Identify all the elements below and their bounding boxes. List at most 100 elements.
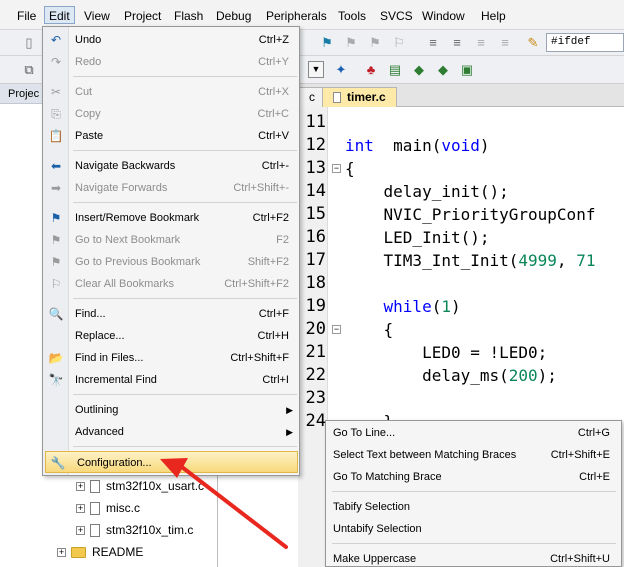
debug-icon[interactable]: ◆ — [434, 61, 452, 79]
expand-icon[interactable]: + — [76, 482, 85, 492]
menu-peripherals[interactable]: Peripherals — [262, 7, 331, 25]
search-input[interactable]: #ifdef — [546, 33, 624, 52]
chevron-down-icon[interactable]: ▼ — [308, 61, 324, 78]
tree-item-label: misc.c — [106, 501, 140, 515]
menu-item-shortcut: Ctrl+Shift+E — [550, 449, 610, 461]
menu-item-label: Select Text between Matching Braces — [333, 449, 517, 461]
menu-item-cut[interactable]: ✂ Cut Ctrl+X — [44, 81, 299, 103]
submenu-item-go-to-matching-brace[interactable]: Go To Matching Brace Ctrl+E — [327, 466, 620, 488]
code-text: delay_init(); — [345, 182, 509, 201]
build-target-icon[interactable]: ⧉ — [20, 61, 38, 79]
menu-item-clear-all-bookmarks[interactable]: ⚐ Clear All Bookmarks Ctrl+Shift+F2 — [44, 273, 299, 295]
code-keyword: while — [345, 297, 432, 316]
code-text: TIM3_Int_Init( — [345, 251, 519, 270]
code-number: 4999 — [518, 251, 557, 270]
menu-item-insert-remove-bookmark[interactable]: ⚑ Insert/Remove Bookmark Ctrl+F2 — [44, 207, 299, 229]
menu-file[interactable]: File — [13, 7, 40, 25]
menu-item-find-in-files[interactable]: 📂 Find in Files... Ctrl+Shift+F — [44, 347, 299, 369]
menu-help[interactable]: Help — [477, 7, 510, 25]
menu-item-shortcut: Ctrl+Z — [258, 34, 289, 46]
cut-icon: ✂ — [50, 85, 62, 99]
pack-installer-icon[interactable]: ◆ — [410, 61, 428, 79]
uncomment-icon[interactable]: ≡ — [496, 34, 514, 52]
prev-bookmark-icon[interactable]: ⚑ — [366, 34, 384, 52]
submenu-item-go-to-line[interactable]: Go To Line... Ctrl+G — [327, 422, 620, 444]
submenu-arrow-icon: ▶ — [286, 427, 293, 437]
file-extensions-icon[interactable]: ▤ — [386, 61, 404, 79]
menu-item-shortcut: Ctrl+Shift+- — [233, 182, 289, 194]
menu-item-incremental-find[interactable]: 🔭 Incremental Find Ctrl+I — [44, 369, 299, 391]
menu-item-navigate-backwards[interactable]: ⬅ Navigate Backwards Ctrl+- — [44, 155, 299, 177]
submenu-item-untabify-selection[interactable]: Untabify Selection — [327, 518, 620, 540]
menu-separator — [73, 446, 297, 447]
menu-tools[interactable]: Tools — [334, 7, 370, 25]
submenu-item-make-uppercase[interactable]: Make Uppercase Ctrl+Shift+U — [327, 548, 620, 567]
expand-icon[interactable]: + — [76, 526, 85, 536]
fold-toggle-icon[interactable]: − — [332, 164, 341, 173]
menu-flash[interactable]: Flash — [170, 7, 207, 25]
menu-debug[interactable]: Debug — [212, 7, 255, 25]
menu-edit[interactable]: Edit — [44, 6, 75, 24]
line-number: 13 — [305, 158, 326, 178]
bookmark-icon[interactable]: ⚑ — [318, 34, 336, 52]
run-icon[interactable]: ▣ — [458, 61, 476, 79]
menu-item-outlining[interactable]: Outlining ▶ — [44, 399, 299, 421]
tree-file-item[interactable]: + stm32f10x_tim.c — [76, 521, 193, 539]
menu-item-find[interactable]: 🔍 Find... Ctrl+F — [44, 303, 299, 325]
menu-item-label: Incremental Find — [75, 374, 157, 386]
menu-item-label: Go To Matching Brace — [333, 471, 442, 483]
new-file-icon[interactable]: ▯ — [20, 34, 38, 52]
menu-item-shortcut: F2 — [276, 234, 289, 246]
code-line: { — [345, 157, 355, 180]
tree-file-item[interactable]: + stm32f10x_usart.c — [76, 477, 204, 495]
menu-item-label: Paste — [75, 130, 104, 142]
menu-item-paste[interactable]: 📋 Paste Ctrl+V — [44, 125, 299, 147]
menu-item-shortcut: Ctrl+F2 — [252, 212, 289, 224]
clear-bookmarks-icon[interactable]: ⚐ — [390, 34, 408, 52]
line-number: 12 — [305, 135, 326, 155]
tree-folder-item[interactable]: + README — [57, 543, 143, 561]
menu-item-replace[interactable]: Replace... Ctrl+H — [44, 325, 299, 347]
menu-item-navigate-forwards[interactable]: ➡ Navigate Forwards Ctrl+Shift+- — [44, 177, 299, 199]
menu-item-undo[interactable]: ↶ Undo Ctrl+Z — [44, 29, 299, 51]
file-icon — [90, 480, 100, 494]
line-number: 17 — [305, 250, 326, 270]
tab-timer-c[interactable]: timer.c — [322, 87, 397, 107]
submenu-item-tabify-selection[interactable]: Tabify Selection — [327, 496, 620, 518]
fold-toggle-icon[interactable]: − — [332, 325, 341, 334]
menu-item-go-to-next-bookmark[interactable]: ⚑ Go to Next Bookmark F2 — [44, 229, 299, 251]
manage-components-icon[interactable]: ✦ — [332, 61, 350, 79]
menu-svcs[interactable]: SVCS — [376, 7, 417, 25]
menu-view[interactable]: View — [80, 7, 114, 25]
expand-icon[interactable]: + — [76, 504, 85, 514]
next-bookmark-icon[interactable]: ⚑ — [342, 34, 360, 52]
menu-item-redo[interactable]: ↷ Redo Ctrl+Y — [44, 51, 299, 73]
menu-item-shortcut: Ctrl+X — [258, 86, 289, 98]
submenu-item-select-text-between-matching-braces[interactable]: Select Text between Matching Braces Ctrl+… — [327, 444, 620, 466]
options-icon[interactable]: ♣ — [362, 61, 380, 79]
code-number: 200 — [508, 366, 538, 385]
comment-icon[interactable]: ≡ — [472, 34, 490, 52]
paste-icon: 📋 — [48, 129, 64, 143]
menu-project[interactable]: Project — [120, 7, 165, 25]
menu-item-advanced[interactable]: Advanced ▶ — [44, 421, 299, 443]
menu-item-copy[interactable]: ⎘ Copy Ctrl+C — [44, 103, 299, 125]
unindent-icon[interactable]: ≡ — [448, 34, 466, 52]
menu-item-label: Go to Next Bookmark — [75, 234, 181, 246]
tree-file-item[interactable]: + misc.c — [76, 499, 140, 517]
menu-item-label: Undo — [75, 34, 102, 46]
navigate-forward-icon: ➡ — [50, 181, 62, 195]
menu-item-configuration[interactable]: 🔧 Configuration... — [45, 451, 298, 473]
edit-menu-dropdown: ↶ Undo Ctrl+Z ↷ Redo Ctrl+Y ✂ Cut Ctrl+X ⎘ Copy Ctr… — [42, 26, 300, 476]
code-line: TIM3_Int_Init(4999, 71 — [345, 249, 596, 272]
redo-icon: ↷ — [50, 55, 62, 69]
menu-item-label: Untabify Selection — [333, 523, 422, 535]
find-in-files-icon[interactable]: ✎ — [524, 34, 542, 52]
indent-icon[interactable]: ≡ — [424, 34, 442, 52]
expand-icon[interactable]: + — [57, 548, 66, 558]
menu-item-go-to-previous-bookmark[interactable]: ⚑ Go to Previous Bookmark Shift+F2 — [44, 251, 299, 273]
code-text: LED_Init(); — [345, 228, 490, 247]
menu-window[interactable]: Window — [418, 7, 469, 25]
menu-item-label: Copy — [75, 108, 101, 120]
prev-bookmark-icon: ⚑ — [50, 255, 62, 269]
